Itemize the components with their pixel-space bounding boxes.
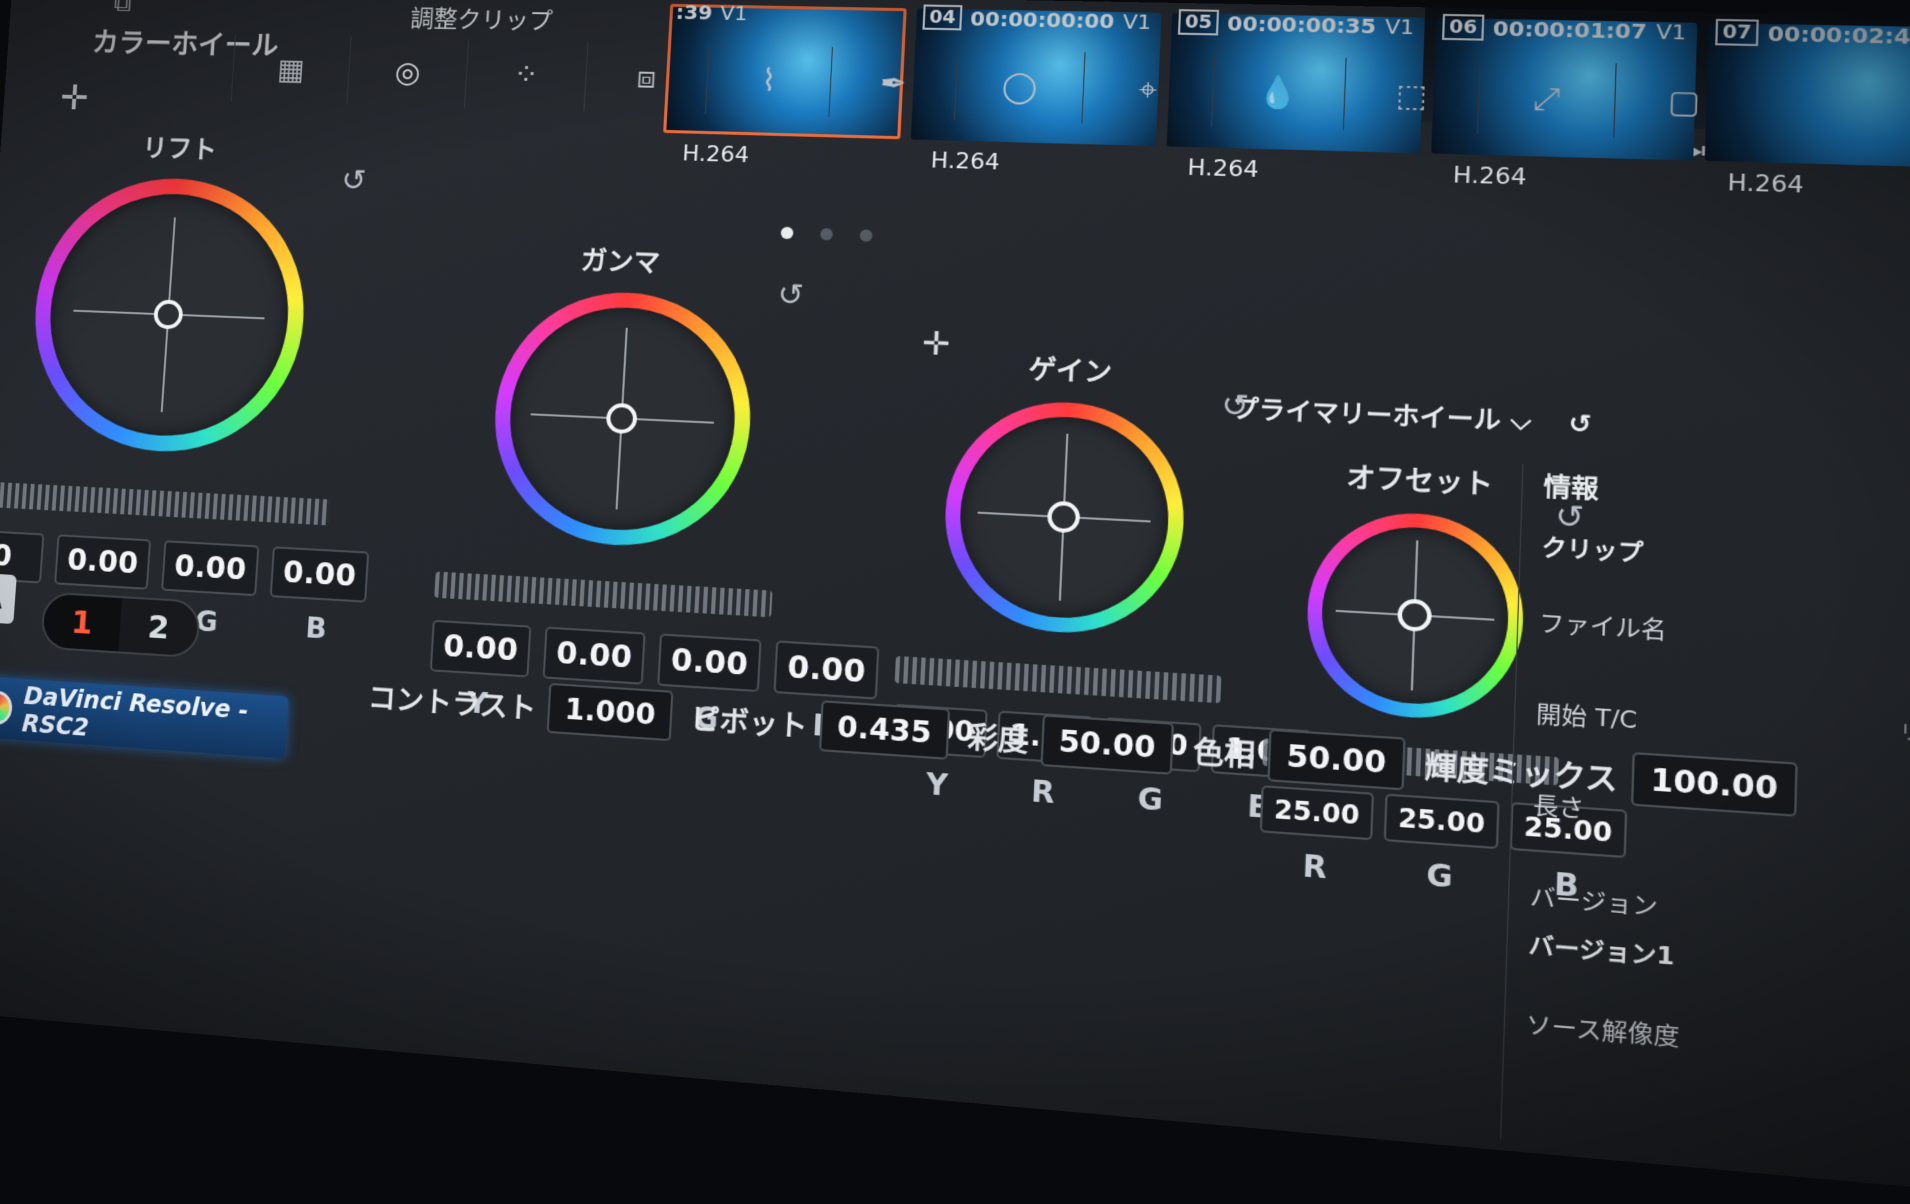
lift-wheel[interactable]: [26, 174, 313, 458]
page-dots: [780, 226, 873, 242]
app-badge[interactable]: DaVinci Resolve - RSC2: [0, 675, 289, 759]
hue-label: 色相: [1192, 734, 1256, 774]
page-2-button[interactable]: 2: [118, 598, 199, 656]
clip-track: V1: [1122, 8, 1152, 34]
gamma-wheel[interactable]: [488, 288, 757, 552]
clip-timecode: 00:00:01:07: [1492, 15, 1648, 44]
window-icon[interactable]: ◯: [953, 49, 1085, 124]
gamma-b-value[interactable]: 0.00: [773, 640, 880, 700]
clip-timecode: :39: [675, 0, 713, 25]
clip-codec: H.264: [1727, 170, 1805, 199]
gamma-title: ガンマ: [580, 246, 661, 279]
gamma-y-value[interactable]: 0.00: [429, 619, 532, 678]
file-name-label: ファイル名: [1538, 610, 1668, 645]
clip-track: V1: [1384, 13, 1415, 39]
start-tc-label: 開始 T/C: [1535, 701, 1638, 735]
clip-timecode: 00:00:02:49: [1767, 20, 1910, 49]
info-section: クリップ: [1541, 534, 1644, 568]
chevron-down-icon: ⌵: [1510, 405, 1532, 437]
offset-wheel[interactable]: [1303, 508, 1527, 725]
channel-label: R: [1030, 773, 1056, 811]
contrast-label: コントラスト: [367, 680, 538, 726]
blur-icon[interactable]: 💧: [1210, 54, 1346, 131]
color-page-screen: ✎ ◀) ⏮ ◀ ■ ▶ ⏭ ⟲ ⧉ 調整クリップ :39V1 H.264 04…: [0, 0, 1910, 1204]
info-title: 情報: [1543, 471, 1600, 505]
gamma-wheel-block: ガンマ ↺ 0.00Y 0.00R 0.00G 0.00B: [427, 236, 880, 744]
length-label: 長さ: [1532, 792, 1585, 824]
motion-effects-icon[interactable]: ⧈: [583, 41, 709, 114]
offset-r-value[interactable]: 25.00: [1259, 785, 1374, 841]
eyedropper-icon[interactable]: ✒: [828, 46, 958, 121]
gamma-g-value[interactable]: 0.00: [657, 633, 762, 693]
channel-label: Y: [925, 766, 949, 803]
gain-wheel[interactable]: [940, 397, 1189, 640]
crosshair-icon[interactable]: ✛: [59, 78, 90, 118]
key-icon[interactable]: ⬚: [1342, 57, 1480, 134]
clip-codec: H.264: [930, 148, 1001, 176]
wheel-mode-dropdown[interactable]: プライマリーホイール ⌵ ↺: [1232, 388, 1593, 441]
contrast-field[interactable]: 1.000: [547, 682, 674, 742]
sizing-icon[interactable]: ⤢: [1476, 60, 1616, 138]
saturation-label: 彩度: [966, 719, 1029, 759]
hue-field[interactable]: 50.00: [1267, 728, 1406, 791]
info-panel: 情報 クリップ ファイル名 開始 T/Cリール名 長さ終了 バージョンフレ バー…: [1499, 464, 1910, 1184]
gamma-r-value[interactable]: 0.00: [542, 626, 646, 685]
reset-icon[interactable]: ↺: [1568, 408, 1592, 439]
clip-codec: H.264: [1452, 162, 1527, 191]
clip-number: 06: [1441, 13, 1485, 41]
reset-icon[interactable]: ↺: [1221, 387, 1250, 425]
channel-label: R: [1301, 848, 1328, 886]
clip-track: V1: [719, 0, 749, 26]
layout-icon[interactable]: ⧉: [113, 0, 132, 19]
saturation-field[interactable]: 50.00: [1040, 714, 1175, 775]
color-dots-icon[interactable]: ⁘: [463, 39, 588, 111]
clip-timecode: 00:00:00:00: [969, 5, 1115, 33]
channel-label: G: [1136, 781, 1164, 818]
clip-track: V1: [1655, 18, 1687, 45]
gain-title: ゲイン: [1027, 354, 1113, 389]
3d-icon[interactable]: ▢: [1613, 63, 1755, 141]
tracker-icon[interactable]: ⌖: [1081, 52, 1214, 127]
clip-number: 07: [1715, 18, 1759, 47]
davinci-logo-icon: [0, 690, 13, 726]
clip-number: 04: [922, 4, 963, 31]
page-dot[interactable]: [859, 229, 873, 242]
lift-g-value[interactable]: 0.00: [161, 540, 260, 597]
channel-label: B: [304, 611, 328, 646]
page-dot[interactable]: [780, 226, 794, 240]
lift-r-value[interactable]: 0.00: [54, 534, 152, 590]
version-label: バージョン: [1529, 884, 1659, 922]
reel-name-label: リール名: [1899, 721, 1910, 750]
clip-timecode: 00:00:00:35: [1226, 10, 1377, 39]
adjustment-clip-label: 調整クリップ: [409, 4, 554, 36]
wheel-mode-label: プライマリーホイール: [1231, 394, 1502, 436]
lift-wheel-block: リフト ↺ 0 0.00R 0.00G 0.00B: [0, 125, 370, 646]
clip-codec: H.264: [681, 141, 750, 169]
pivot-label: ピボット: [689, 701, 809, 744]
lift-b-value[interactable]: 0.00: [269, 546, 370, 603]
channel-label: G: [1425, 857, 1454, 896]
lift-master-slider[interactable]: [0, 481, 332, 526]
reset-icon[interactable]: ↺: [340, 163, 367, 198]
lift-title: リフト: [141, 134, 218, 166]
page-dot[interactable]: [819, 227, 834, 241]
wheel-page-toggle: 1 2: [40, 591, 202, 659]
reset-icon[interactable]: ↺: [777, 277, 805, 313]
pivot-field[interactable]: 0.435: [819, 700, 950, 760]
clip-codec: H.264: [1186, 155, 1260, 184]
app-name: DaVinci Resolve - RSC2: [21, 682, 250, 742]
page-1-button[interactable]: 1: [42, 593, 123, 652]
grid-icon[interactable]: ▦: [230, 34, 351, 105]
source-resolution-label: ソース解像度: [1525, 1011, 1680, 1052]
offset-g-value[interactable]: 25.00: [1383, 793, 1500, 850]
gamma-master-slider[interactable]: [434, 571, 773, 618]
clip-number: 05: [1177, 9, 1220, 36]
gain-master-slider[interactable]: [894, 655, 1222, 704]
curves-icon[interactable]: ⌇: [704, 44, 832, 118]
color-wheel-icon[interactable]: ◎: [346, 36, 469, 108]
